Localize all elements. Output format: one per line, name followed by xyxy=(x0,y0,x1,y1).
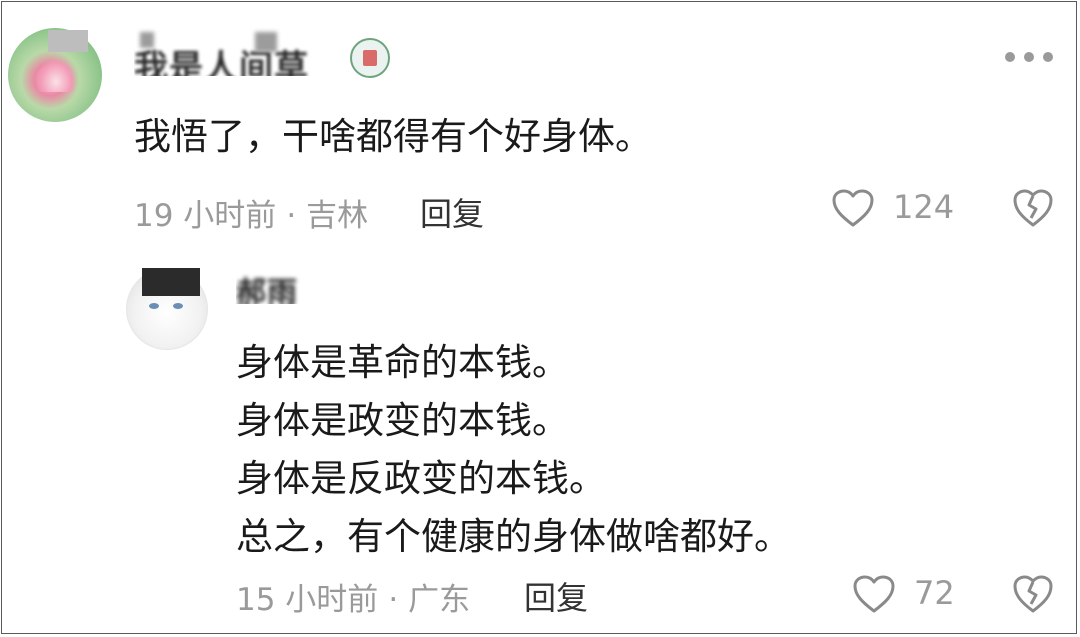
comment-username[interactable]: 我是人间草 xyxy=(134,40,344,76)
user-badge-icon xyxy=(350,38,390,78)
more-icon[interactable] xyxy=(1005,50,1053,64)
broken-heart-icon[interactable] xyxy=(1012,188,1054,228)
reply-meta: 15 小时前 · 广东 xyxy=(236,582,471,618)
username-mosaic xyxy=(255,32,277,52)
comment-location: 吉林 xyxy=(306,198,369,234)
avatar-mosaic xyxy=(142,268,200,296)
comment-text: 我悟了，干啥都得有个好身体。 xyxy=(134,115,652,158)
reply-time: 15 小时前 xyxy=(236,582,379,618)
broken-heart-icon[interactable] xyxy=(1012,574,1054,614)
reply-username[interactable]: 郝雨 xyxy=(236,268,316,304)
avatar-mosaic xyxy=(48,30,88,52)
reply-text-line: 总之，有个健康的身体做啥都好。 xyxy=(236,515,791,558)
heart-icon[interactable] xyxy=(852,574,896,614)
reply-button[interactable]: 回复 xyxy=(524,573,588,619)
reply-text-line: 身体是政变的本钱。 xyxy=(236,399,569,442)
comment-meta: 19 小时前 · 吉林 xyxy=(134,198,369,234)
like-count: 72 xyxy=(914,574,955,612)
reply-location: 广东 xyxy=(408,582,471,618)
reply-button[interactable]: 回复 xyxy=(420,189,484,235)
username-mosaic xyxy=(140,32,154,48)
reply-text-line: 身体是反政变的本钱。 xyxy=(236,457,606,500)
reply-text-line: 身体是革命的本钱。 xyxy=(236,341,569,384)
heart-icon[interactable] xyxy=(831,188,875,228)
like-count: 124 xyxy=(893,188,955,226)
comment-time: 19 小时前 xyxy=(134,198,277,234)
